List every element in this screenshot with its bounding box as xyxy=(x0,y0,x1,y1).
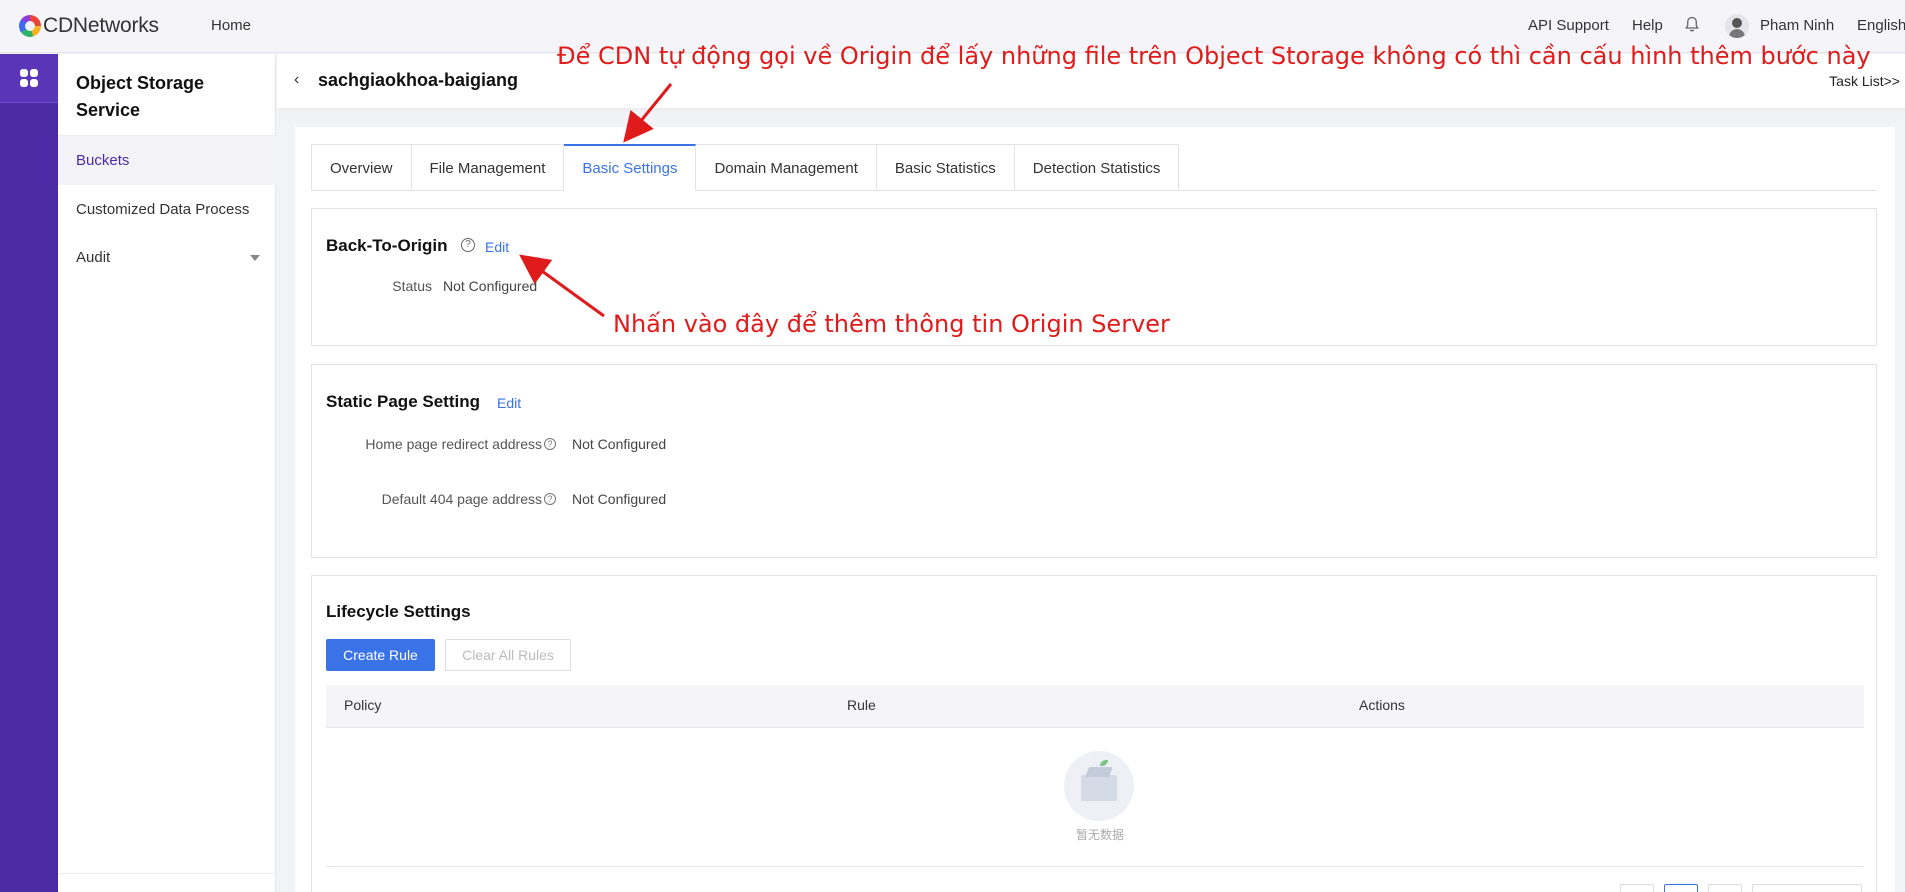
next-page-button[interactable] xyxy=(1708,884,1742,892)
sidebar-title: Object Storage Service xyxy=(76,73,205,120)
apps-button[interactable] xyxy=(0,54,58,102)
tab-bar: Overview File Management Basic Settings … xyxy=(311,144,1180,191)
clear-all-rules-button: Clear All Rules xyxy=(445,639,571,671)
lifecycle-section: Lifecycle Settings Create Rule Clear All… xyxy=(311,575,1877,892)
task-list-link[interactable]: Task List>> xyxy=(1829,73,1900,89)
column-rule: Rule xyxy=(847,697,876,713)
sidebar-item-buckets[interactable]: Buckets xyxy=(58,136,276,185)
static-page-title: Static Page Setting xyxy=(326,392,480,411)
static-page-section: Static Page Setting Edit Home page redir… xyxy=(311,364,1877,558)
question-icon[interactable]: ? xyxy=(461,238,475,252)
back-to-origin-edit-link[interactable]: Edit xyxy=(485,239,509,255)
annotation-top-note: Để CDN tự động gọi về Origin để lấy nhữn… xyxy=(557,42,1871,70)
sidebar-footer-divider xyxy=(58,873,276,874)
tab-domain-management[interactable]: Domain Management xyxy=(696,144,877,191)
lifecycle-title: Lifecycle Settings xyxy=(326,602,471,621)
annotation-edit-note: Nhấn vào đây để thêm thông tin Origin Se… xyxy=(613,310,1170,338)
column-actions: Actions xyxy=(1359,697,1405,713)
rail-divider xyxy=(0,102,58,103)
tab-basic-statistics[interactable]: Basic Statistics xyxy=(876,144,1015,191)
sidebar-item-label: Buckets xyxy=(76,152,130,169)
page-title: sachgiaokhoa-baigiang xyxy=(318,70,519,90)
back-to-origin-title: Back-To-Origin xyxy=(326,236,448,255)
sidebar: Object Storage Service Buckets Customize… xyxy=(58,54,276,892)
status-value: Not Configured xyxy=(443,278,538,294)
language-selector[interactable]: English xyxy=(1857,17,1905,34)
help-link[interactable]: Help xyxy=(1632,17,1663,34)
home-page-label: Home page redirect address xyxy=(365,436,542,452)
question-icon[interactable]: ? xyxy=(544,438,556,450)
caret-down-icon xyxy=(250,255,260,261)
tab-detection-statistics[interactable]: Detection Statistics xyxy=(1014,144,1180,191)
user-name[interactable]: Pham Ninh xyxy=(1760,17,1834,34)
table-footer-divider xyxy=(326,866,1864,867)
home-page-value: Not Configured xyxy=(572,436,667,452)
brand-name: CDNetworks xyxy=(43,14,159,37)
sidebar-item-customized-data-process[interactable]: Customized Data Process xyxy=(58,185,276,234)
brand-logo[interactable]: CDNetworks xyxy=(19,14,159,38)
main-card: Overview File Management Basic Settings … xyxy=(295,127,1895,892)
tab-file-management[interactable]: File Management xyxy=(411,144,565,191)
sidebar-item-label: Customized Data Process xyxy=(76,201,250,218)
default-404-value: Not Configured xyxy=(572,491,667,507)
api-support-link[interactable]: API Support xyxy=(1528,17,1609,34)
default-404-label: Default 404 page address xyxy=(381,491,542,507)
avatar[interactable] xyxy=(1725,14,1749,38)
create-rule-button[interactable]: Create Rule xyxy=(326,639,435,671)
sidebar-item-label: Audit xyxy=(76,249,111,266)
empty-text: 暂无数据 xyxy=(1075,828,1124,842)
table-header: Policy Rule Actions xyxy=(326,685,1864,728)
page-size-select[interactable] xyxy=(1752,884,1862,892)
tabs-divider xyxy=(311,190,1877,191)
status-label: Status xyxy=(392,278,432,294)
product-rail xyxy=(0,54,58,892)
question-icon[interactable]: ? xyxy=(544,493,556,505)
grid-icon xyxy=(20,69,38,87)
page-number-button[interactable] xyxy=(1664,884,1698,892)
column-policy: Policy xyxy=(344,697,382,713)
chevron-left-icon[interactable]: ‹ xyxy=(294,71,299,89)
bell-icon[interactable] xyxy=(1685,16,1701,34)
sidebar-item-audit[interactable]: Audit xyxy=(58,233,276,282)
tab-overview[interactable]: Overview xyxy=(311,144,412,191)
prev-page-button[interactable] xyxy=(1620,884,1654,892)
nav-home-link[interactable]: Home xyxy=(211,17,251,34)
static-page-edit-link[interactable]: Edit xyxy=(497,395,521,411)
empty-box-icon xyxy=(1064,751,1134,821)
logo-icon xyxy=(19,15,41,37)
tab-basic-settings[interactable]: Basic Settings xyxy=(564,144,697,191)
